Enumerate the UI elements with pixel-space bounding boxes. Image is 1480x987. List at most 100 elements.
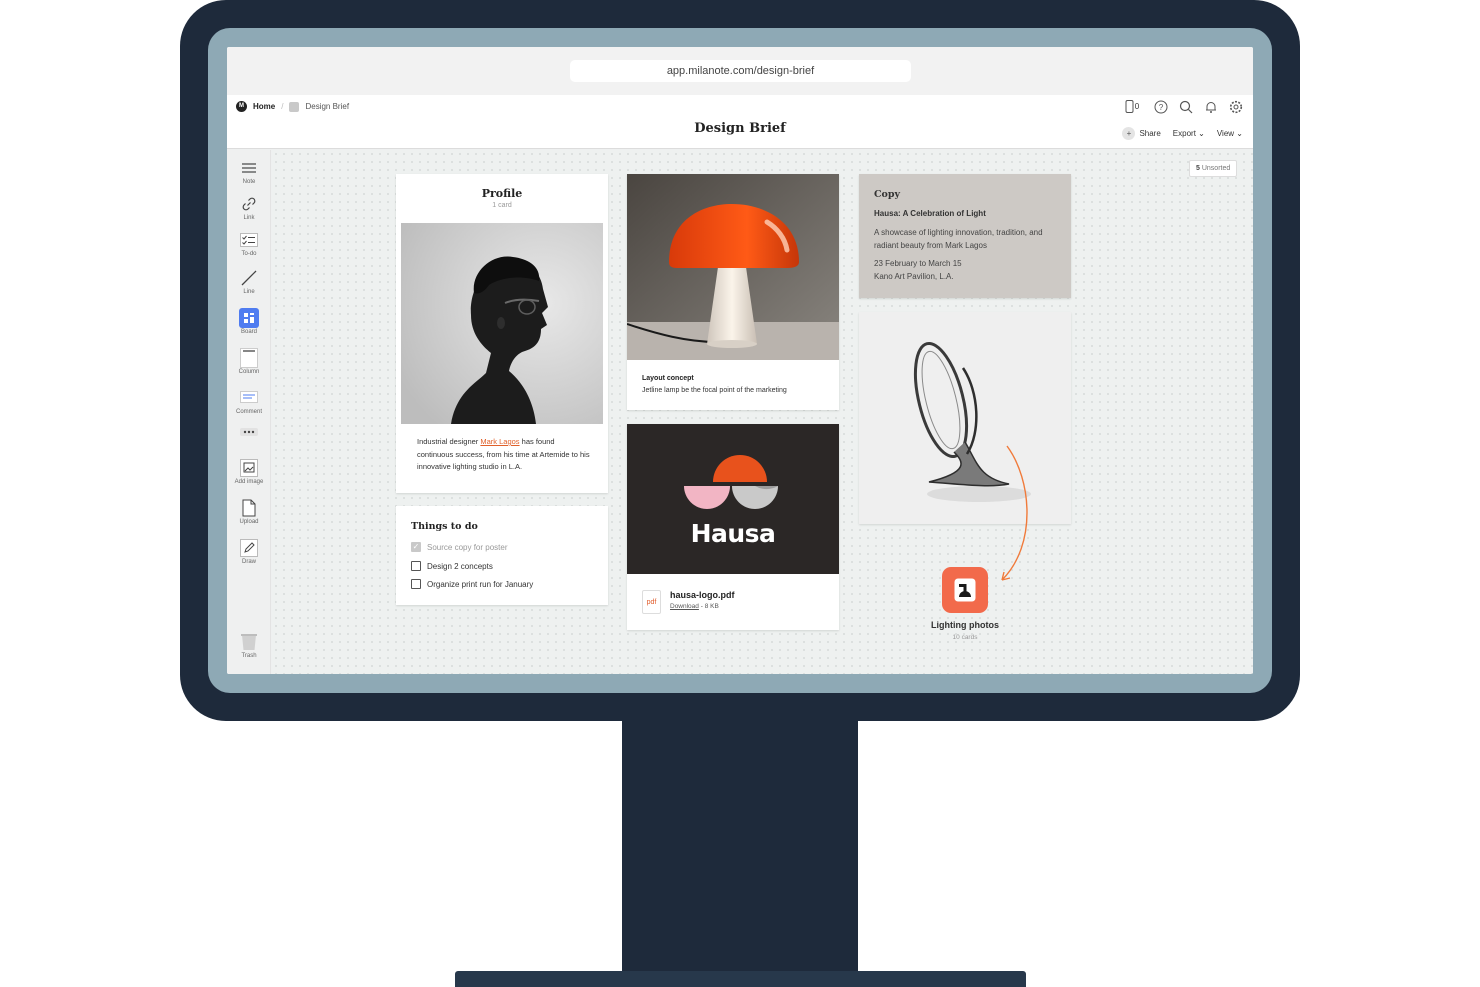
profile-text-start: Industrial designer (417, 437, 481, 446)
tool-add-image[interactable]: Add image (227, 458, 271, 485)
tool-label: Board (240, 329, 257, 335)
tool-label: Upload (239, 519, 259, 525)
tool-note[interactable]: Note (227, 158, 271, 185)
board-canvas[interactable]: 5 Unsorted Profile 1 card Industrial des… (272, 150, 1253, 674)
add-person-icon: + (1122, 127, 1136, 140)
download-link[interactable]: Download (670, 603, 699, 610)
profile-title: Profile (481, 187, 523, 200)
unsorted-badge[interactable]: 5 Unsorted (1189, 160, 1238, 177)
pdf-file-icon: pdf (642, 590, 661, 614)
milanote-logo-icon[interactable]: M (236, 101, 247, 112)
board-icon (289, 101, 300, 112)
todo-item[interactable]: ✓ Source copy for poster (411, 542, 507, 552)
line-icon (239, 268, 259, 288)
tool-todo[interactable]: To-do (227, 230, 271, 257)
view-button[interactable]: View ⌄ (1217, 129, 1243, 138)
todo-label: Source copy for poster (427, 542, 508, 552)
todo-title: Things to do (411, 521, 478, 532)
breadcrumb: M Home / Design Brief (236, 101, 349, 112)
note-icon (239, 158, 259, 178)
tool-upload[interactable]: Upload (227, 498, 271, 525)
profile-board-card[interactable]: Profile 1 card Industrial designer Mark … (396, 174, 608, 493)
tool-comment[interactable]: Comment (227, 388, 271, 415)
mobile-device-icon[interactable]: 0 (1121, 99, 1143, 114)
chevron-down-icon: ⌄ (1198, 129, 1205, 138)
checkbox[interactable] (411, 561, 421, 571)
share-label: Share (1139, 129, 1161, 138)
export-button[interactable]: Export ⌄ (1173, 129, 1205, 138)
hausa-logo-file-card[interactable]: Hausa pdf hausa-logo.pdf Download - 8 KB (627, 424, 839, 630)
todo-item[interactable]: Design 2 concepts (411, 561, 493, 571)
layout-concept-card[interactable]: Layout concept Jetline lamp be the focal… (627, 174, 839, 410)
export-label: Export (1172, 129, 1196, 138)
checkbox[interactable] (411, 579, 421, 589)
notification-bell-icon[interactable] (1203, 99, 1218, 114)
breadcrumb-separator: / (281, 102, 284, 111)
comment-icon (239, 388, 259, 408)
file-size: - 8 KB (698, 603, 719, 610)
breadcrumb-design-brief[interactable]: Design Brief (305, 102, 349, 111)
add-image-icon (239, 458, 259, 478)
tool-link[interactable]: Link (227, 194, 271, 221)
copy-dates-block: 23 February to March 15 Kano Art Pavilio… (874, 258, 1062, 283)
tool-label: Comment (235, 409, 262, 415)
layout-concept-text: Jetline lamp be the focal point of the m… (642, 387, 787, 394)
lighting-photos-count: 10 cards (952, 634, 978, 641)
todo-card[interactable]: Things to do ✓ Source copy for poster De… (396, 506, 608, 605)
profile-description: Industrial designer Mark Lagos has found… (417, 436, 592, 474)
lamp-sketch-image (859, 312, 1071, 524)
chevron-down-icon: ⌄ (1236, 129, 1243, 138)
tool-label: To-do (241, 251, 257, 257)
tool-column[interactable]: Column (227, 348, 271, 375)
tool-board[interactable]: Board (227, 308, 271, 335)
tool-line[interactable]: Line (227, 268, 271, 295)
tool-label: Draw (241, 559, 256, 565)
mark-lagos-link[interactable]: Mark Lagos (480, 437, 519, 446)
more-dots-icon (239, 422, 259, 442)
lighting-photos-title[interactable]: Lighting photos (902, 620, 1028, 630)
copy-label: Copy (874, 189, 901, 200)
unsorted-count: 5 (1196, 165, 1200, 172)
header-icons: 0 ? (1121, 99, 1243, 114)
help-icon[interactable]: ? (1153, 99, 1168, 114)
breadcrumb-home[interactable]: Home (253, 102, 275, 111)
tool-trash[interactable]: Trash (227, 632, 271, 659)
tool-label: Add image (234, 479, 264, 485)
checkbox-checked[interactable]: ✓ (411, 542, 421, 552)
left-toolbar: Note Link To-do Line Board Column Commen… (227, 150, 271, 674)
browser-bar: app.milanote.com/design-brief (227, 47, 1253, 95)
unsorted-label: Unsorted (1201, 165, 1231, 172)
trash-icon (239, 632, 259, 652)
tool-label: Trash (241, 653, 257, 659)
app-header: M Home / Design Brief 0 ? Design Brief +… (227, 95, 1253, 149)
pen-draw-icon (239, 538, 259, 558)
lamp-sketch-image-card[interactable] (859, 312, 1071, 524)
device-count: 0 (1134, 102, 1140, 111)
orange-lamp-image (627, 174, 839, 360)
tool-label: Link (243, 215, 255, 221)
todo-item[interactable]: Organize print run for January (411, 579, 533, 589)
link-icon (239, 194, 259, 214)
copy-heading: Hausa: A Celebration of Light (874, 209, 986, 218)
url-bar[interactable]: app.milanote.com/design-brief (570, 60, 911, 82)
copy-venue: Kano Art Pavilion, L.A. (874, 271, 954, 281)
hausa-logo-word: Hausa (690, 519, 776, 548)
tool-more[interactable] (227, 422, 271, 442)
lighting-photos-board-icon[interactable] (942, 567, 988, 613)
copy-card[interactable]: Copy Hausa: A Celebration of Light A sho… (859, 174, 1071, 298)
tool-label: Column (238, 369, 260, 375)
tool-draw[interactable]: Draw (227, 538, 271, 565)
monitor-stand-base (455, 971, 1026, 987)
profile-card-count: 1 card (492, 202, 512, 209)
settings-gear-icon[interactable] (1228, 99, 1243, 114)
file-meta: Download - 8 KB (670, 603, 719, 610)
board-icon (239, 308, 259, 328)
todo-label: Organize print run for January (427, 579, 534, 589)
tool-label: Note (242, 179, 256, 185)
copy-dates: 23 February to March 15 (874, 259, 962, 268)
share-button[interactable]: + Share (1122, 127, 1161, 140)
copy-body: A showcase of lighting innovation, tradi… (874, 228, 1043, 250)
search-icon[interactable] (1178, 99, 1193, 114)
screen: app.milanote.com/design-brief M Home / D… (227, 47, 1253, 674)
svg-text:?: ? (1158, 103, 1163, 112)
